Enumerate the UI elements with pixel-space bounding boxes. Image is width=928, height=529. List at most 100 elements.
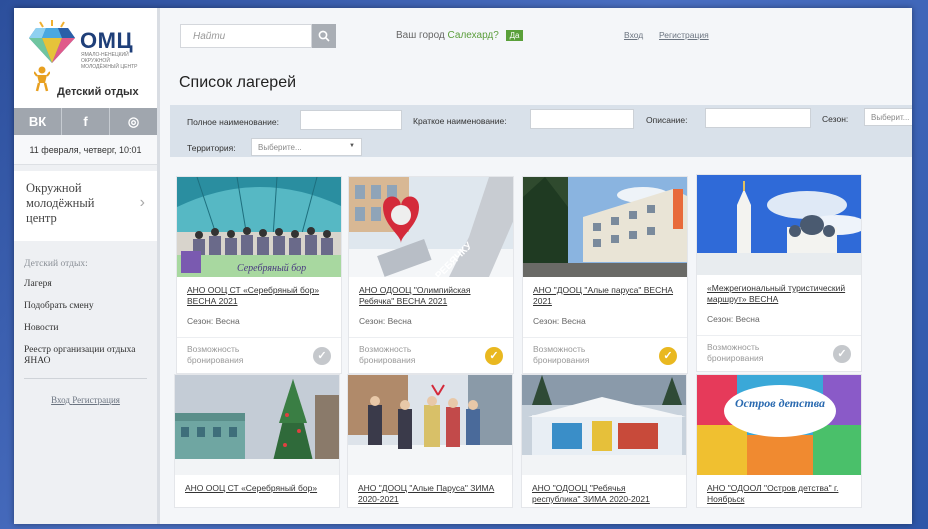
youth-center-link[interactable]: Окружной молодёжный центр › <box>14 171 157 241</box>
camp-card[interactable]: АНО ООЦ СТ «Серебряный бор» <box>174 374 340 508</box>
youth-center-label-3: центр <box>26 211 57 225</box>
christmas-tree-image <box>175 375 339 475</box>
camp-title[interactable]: АНО ООЦ СТ «Серебряный бор» <box>175 475 339 507</box>
sidebar-login-link[interactable]: Вход <box>51 395 70 405</box>
chevron-right-icon: › <box>139 194 145 211</box>
camp-card[interactable]: АНО "ДООЦ "Алые паруса" ВЕСНА 2021 Сезон… <box>522 176 688 374</box>
sidebar-register-link[interactable]: Регистрация <box>72 395 120 405</box>
booking-status: Возможность бронирования ✓ <box>523 337 687 373</box>
logo[interactable]: ОМЦ ЯМАЛО-НЕНЕЦКИЙ ОКРУЖНОЙ МОЛОДЁЖНЫЙ Ц… <box>14 8 157 108</box>
vk-icon[interactable]: ВК <box>14 108 62 135</box>
city-name[interactable]: Салехард? <box>448 30 499 41</box>
camp-title[interactable]: АНО ОДООЦ "Олимпийская Ребячка" ВЕСНА 20… <box>349 277 513 309</box>
short-name-label: Краткое наименование: <box>413 116 507 126</box>
facebook-icon[interactable]: f <box>62 108 110 135</box>
brand-name: ОМЦ <box>80 28 134 53</box>
full-name-label: Полное наименование: <box>187 117 279 127</box>
sidebar: ОМЦ ЯМАЛО-НЕНЕЦКИЙ ОКРУЖНОЙ МОЛОДЁЖНЫЙ Ц… <box>14 8 160 524</box>
season-prefix: Сезон: <box>533 316 560 326</box>
child-figure-icon <box>34 66 50 92</box>
booking-label: бронирования <box>533 355 590 365</box>
image-caption-silver-bor: Серебряный бор <box>237 263 306 274</box>
season-prefix: Сезон: <box>187 316 214 326</box>
sidebar-item-camps[interactable]: Лагеря <box>24 279 157 290</box>
sidebar-item-pick-shift[interactable]: Подобрать смену <box>24 301 157 312</box>
season-value: Весна <box>215 316 240 326</box>
winter-people-image <box>348 375 512 475</box>
booking-label: бронирования <box>359 355 416 365</box>
register-link[interactable]: Регистрация <box>659 30 709 40</box>
top-bar: Найти Ваш город Салехард? Да Вход Регист… <box>160 8 912 58</box>
description-input[interactable] <box>705 108 811 128</box>
booking-status: Возможность бронирования ✓ <box>697 335 861 371</box>
territory-select-value: Выберите... <box>258 143 302 152</box>
camp-title[interactable]: АНО "ДООЦ "Алые паруса" ВЕСНА 2021 <box>523 277 687 309</box>
menu-heading: Детский отдых: <box>24 259 88 269</box>
camp-title[interactable]: АНО "ОДООЛ "Остров детства" г. Ноябрьск <box>697 475 861 507</box>
camp-season: Сезон: Весна <box>523 309 687 337</box>
camp-title[interactable]: АНО "ДООЦ "Алые Паруса" ЗИМА 2020-2021 <box>348 475 512 507</box>
city-question: Ваш город Салехард? Да <box>396 30 524 41</box>
city-confirm-button[interactable]: Да <box>505 30 524 41</box>
camp-card[interactable]: АНО "ДООЦ "Алые Паруса" ЗИМА 2020-2021 <box>347 374 513 508</box>
camp-season: Сезон: Весна <box>177 309 341 337</box>
camp-card[interactable]: «Межрегиональный туристический маршрут» … <box>696 174 862 372</box>
image-caption-island: Остров детства <box>735 396 825 410</box>
territory-label: Территория: <box>187 143 236 153</box>
camp-title[interactable]: «Межрегиональный туристический маршрут» … <box>697 275 861 307</box>
camp-card[interactable]: АНО "ОДООЦ "Ребячья республика" ЗИМА 202… <box>521 374 687 508</box>
instagram-icon[interactable]: ◎ <box>110 108 157 135</box>
church-photo-image <box>697 175 861 275</box>
booking-status: Возможность бронирования ✓ <box>177 337 341 373</box>
sidebar-item-registry[interactable]: Реестр организации отдыха ЯНАО <box>24 345 157 367</box>
brand-subtitle: ЯМАЛО-НЕНЕЦКИЙ ОКРУЖНОЙ МОЛОДЁЖНЫЙ ЦЕНТР <box>81 52 138 70</box>
camp-title[interactable]: АНО ООЦ СТ «Серебряный бор» ВЕСНА 2021 <box>177 277 341 309</box>
camp-photo: Остров детства <box>697 375 861 475</box>
camp-season: Сезон: Весна <box>697 307 861 335</box>
territory-select[interactable]: Выберите... ▼ <box>251 138 362 156</box>
camp-card[interactable]: Серебряный бор АНО ООЦ СТ «Серебряный бо… <box>176 176 342 374</box>
camp-card[interactable]: Остров детства АНО "ОДООЛ "Остров детств… <box>696 374 862 508</box>
camp-photo: Я РЕБЯЧКУ <box>349 177 513 277</box>
section-title: Детский отдых <box>57 86 139 98</box>
season-select[interactable]: Выберит... <box>864 108 912 126</box>
camp-photo <box>522 375 686 475</box>
season-value: Весна <box>735 314 760 324</box>
season-label: Сезон: <box>822 114 849 124</box>
camp-card[interactable]: Я РЕБЯЧКУ АНО ОДООЦ "Олимпийская Ребячка… <box>348 176 514 374</box>
search-input[interactable]: Найти <box>180 24 312 48</box>
camp-photo <box>697 175 861 275</box>
booking-label: Возможность <box>533 344 586 354</box>
season-prefix: Сезон: <box>359 316 386 326</box>
current-date: 11 февраля, четверг, 10:01 <box>14 135 157 165</box>
city-prefix: Ваш город <box>396 30 445 41</box>
season-value: Весна <box>387 316 412 326</box>
camp-photo <box>348 375 512 475</box>
camp-photo <box>175 375 339 475</box>
heart-sign-image: Я РЕБЯЧКУ <box>349 177 513 277</box>
short-name-input[interactable] <box>530 109 634 129</box>
check-icon: ✓ <box>313 347 331 365</box>
full-name-input[interactable] <box>300 110 402 130</box>
building-photo-image <box>523 177 687 277</box>
season-prefix: Сезон: <box>707 314 734 324</box>
camp-photo <box>523 177 687 277</box>
camp-title[interactable]: АНО "ОДООЦ "Ребячья республика" ЗИМА 202… <box>522 475 686 507</box>
browser-screen: ОМЦ ЯМАЛО-НЕНЕЦКИЙ ОКРУЖНОЙ МОЛОДЁЖНЫЙ Ц… <box>14 8 912 524</box>
camp-photo: Серебряный бор <box>177 177 341 277</box>
login-link[interactable]: Вход <box>624 30 643 40</box>
booking-label: Возможность <box>707 342 760 352</box>
check-icon: ✓ <box>659 347 677 365</box>
youth-center-label-2: молодёжный <box>26 196 95 210</box>
check-icon: ✓ <box>485 347 503 365</box>
diamond-logo-icon <box>29 20 75 63</box>
island-logo-image: Остров детства <box>697 375 861 475</box>
check-icon: ✓ <box>833 345 851 363</box>
search-button[interactable] <box>312 24 336 48</box>
sidebar-auth: Вход Регистрация <box>14 395 157 405</box>
description-label: Описание: <box>646 115 688 125</box>
main-content: Найти Ваш город Салехард? Да Вход Регист… <box>160 8 912 524</box>
page-title: Список лагерей <box>179 74 297 91</box>
sidebar-item-news[interactable]: Новости <box>24 323 157 334</box>
booking-label: бронирования <box>707 353 764 363</box>
